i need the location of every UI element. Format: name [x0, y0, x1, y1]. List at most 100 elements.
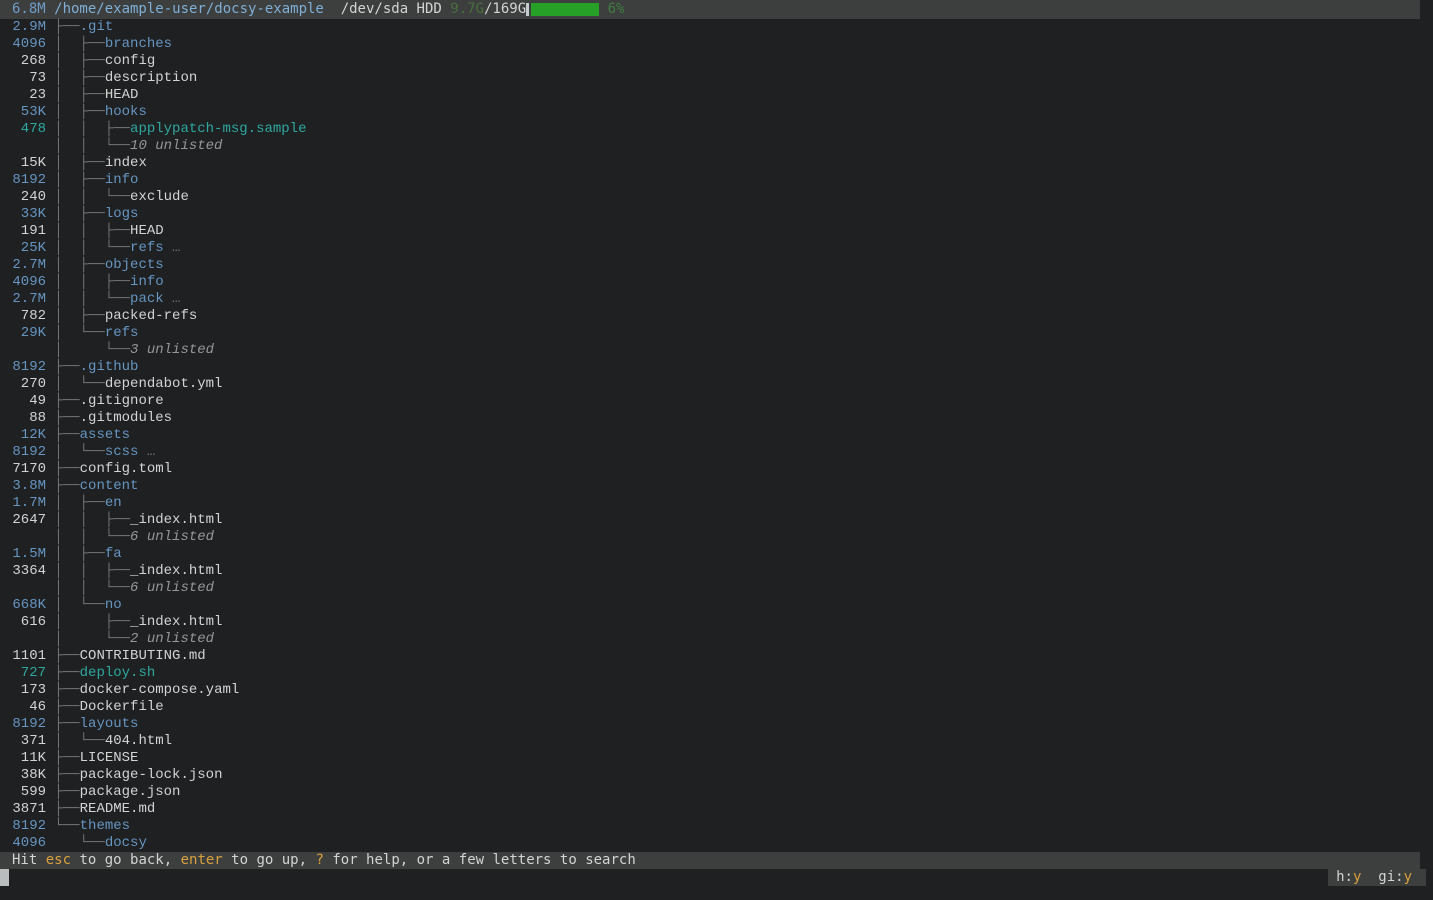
tree-row[interactable]: 240 │ │ └──exclude [4, 189, 1433, 206]
tree-row[interactable]: 8192 ├──layouts [4, 716, 1433, 733]
tree-row[interactable]: 2647 │ │ ├──_index.html [4, 512, 1433, 529]
key-hint: esc [46, 852, 71, 868]
entry-name: logs [105, 206, 139, 222]
tree-row[interactable]: 7170 ├──config.toml [4, 461, 1433, 478]
entry-size: 38K [4, 767, 54, 783]
tree-branch-lines: │ ├── [54, 53, 104, 69]
tree-row[interactable]: 23 │ ├──HEAD [4, 87, 1433, 104]
tree-row[interactable]: 8192 │ ├──info [4, 172, 1433, 189]
tree-branch-lines: │ ├── [54, 70, 104, 86]
tree-row[interactable]: 1.5M │ ├──fa [4, 546, 1433, 563]
tree-row[interactable]: 15K │ ├──index [4, 155, 1433, 172]
tree-row[interactable]: 173 ├──docker-compose.yaml [4, 682, 1433, 699]
tree-row[interactable]: 29K │ └──refs [4, 325, 1433, 342]
entry-name: .gitmodules [80, 410, 172, 426]
tree-branch-lines: ├── [54, 665, 79, 681]
tree-branch-lines: │ └── [54, 597, 104, 613]
entry-name: scss [105, 444, 139, 460]
tree-branch-lines: │ │ ├── [54, 121, 130, 137]
tree-row[interactable]: 599 ├──package.json [4, 784, 1433, 801]
tree-branch-lines: ├── [54, 393, 79, 409]
tree-row[interactable]: 8192 ├──.github [4, 359, 1433, 376]
entry-name: .gitignore [80, 393, 164, 409]
tree-row[interactable]: 616 │ ├──_index.html [4, 614, 1433, 631]
tree-branch-lines: │ │ └── [54, 529, 130, 545]
tree-row[interactable]: 4096 │ ├──branches [4, 36, 1433, 53]
tree-row[interactable]: 2.7M │ ├──objects [4, 257, 1433, 274]
tree-branch-lines: │ ├── [54, 87, 104, 103]
entry-name: deploy.sh [80, 665, 156, 681]
tree-row[interactable]: 371 │ └──404.html [4, 733, 1433, 750]
entry-size: 8192 [4, 359, 54, 375]
tree-row[interactable]: 4096 │ │ ├──info [4, 274, 1433, 291]
status-text: Hit [12, 852, 46, 868]
tree-row[interactable]: 2.9M ├──.git [4, 19, 1433, 36]
tree-row[interactable]: 88 ├──.gitmodules [4, 410, 1433, 427]
current-path: /home/example-user/docsy-example [54, 1, 324, 17]
tree-branch-lines: │ ├── [54, 495, 104, 511]
disk-used: 9.7G [450, 1, 484, 17]
tree-row[interactable]: 191 │ │ ├──HEAD [4, 223, 1433, 240]
tree-row[interactable]: 727 ├──deploy.sh [4, 665, 1433, 682]
tree-row[interactable]: 1.7M │ ├──en [4, 495, 1433, 512]
entry-size [4, 580, 54, 596]
tree-branch-lines: ├── [54, 461, 79, 477]
entry-name: hooks [105, 104, 147, 120]
entry-name: no [105, 597, 122, 613]
tree-row[interactable]: 478 │ │ ├──applypatch-msg.sample [4, 121, 1433, 138]
entry-size: 49 [4, 393, 54, 409]
search-input-row[interactable]: h:ygi:y [0, 869, 1433, 886]
unlisted-count: 3 unlisted [130, 342, 214, 358]
tree-row[interactable]: 46 ├──Dockerfile [4, 699, 1433, 716]
entry-size: 12K [4, 427, 54, 443]
tree-row[interactable]: 1101 ├──CONTRIBUTING.md [4, 648, 1433, 665]
tree-branch-lines: ├── [54, 648, 79, 664]
entry-size: 23 [4, 87, 54, 103]
tree-branch-lines: │ │ ├── [54, 274, 130, 290]
collapsed-ellipsis: … [164, 291, 181, 307]
tree-row[interactable]: 73 │ ├──description [4, 70, 1433, 87]
tree-row[interactable]: 782 │ ├──packed-refs [4, 308, 1433, 325]
tree-row[interactable]: 3364 │ │ ├──_index.html [4, 563, 1433, 580]
tree-row[interactable]: 270 │ └──dependabot.yml [4, 376, 1433, 393]
tree-branch-lines: │ └── [54, 325, 104, 341]
entry-size: 4096 [4, 274, 54, 290]
key-hint: ? [315, 852, 323, 868]
flag: gi:y [1378, 869, 1412, 885]
flag-value: y [1404, 869, 1412, 885]
entry-size [4, 631, 54, 647]
tree-row: │ │ └──6 unlisted [4, 580, 1433, 597]
entry-name: .github [80, 359, 139, 375]
tree-branch-lines: └── [54, 835, 104, 851]
header-bar: 6.8M/home/example-user/docsy-example/dev… [0, 0, 1420, 19]
tree-row[interactable]: 33K │ ├──logs [4, 206, 1433, 223]
entry-size: 73 [4, 70, 54, 86]
entry-name: 404.html [105, 733, 172, 749]
tree-row[interactable]: 53K │ ├──hooks [4, 104, 1433, 121]
entry-name: info [105, 172, 139, 188]
tree-row[interactable]: 49 ├──.gitignore [4, 393, 1433, 410]
entry-name: package.json [80, 784, 181, 800]
tree-row[interactable]: 2.7M │ │ └──pack … [4, 291, 1433, 308]
tree-row[interactable]: 11K ├──LICENSE [4, 750, 1433, 767]
unlisted-count: 6 unlisted [130, 580, 214, 596]
tree-branch-lines: ├── [54, 427, 79, 443]
tree-row[interactable]: 12K ├──assets [4, 427, 1433, 444]
tree-branch-lines: │ ├── [54, 614, 130, 630]
entry-size: 8192 [4, 172, 54, 188]
tree-row[interactable]: 25K │ │ └──refs … [4, 240, 1433, 257]
tree-row: │ │ └──6 unlisted [4, 529, 1433, 546]
tree-row[interactable]: 8192 └──themes [4, 818, 1433, 835]
tree-row[interactable]: 38K ├──package-lock.json [4, 767, 1433, 784]
entry-size: 53K [4, 104, 54, 120]
tree-row[interactable]: 3.8M ├──content [4, 478, 1433, 495]
tree-row[interactable]: 268 │ ├──config [4, 53, 1433, 70]
entry-size: 3871 [4, 801, 54, 817]
tree-row[interactable]: 4096 └──docsy [4, 835, 1433, 852]
entry-size: 4096 [4, 36, 54, 52]
tree-row[interactable]: 668K │ └──no [4, 597, 1433, 614]
tree-branch-lines: │ │ └── [54, 291, 130, 307]
entry-size: 2647 [4, 512, 54, 528]
tree-row[interactable]: 8192 │ └──scss … [4, 444, 1433, 461]
tree-row[interactable]: 3871 ├──README.md [4, 801, 1433, 818]
